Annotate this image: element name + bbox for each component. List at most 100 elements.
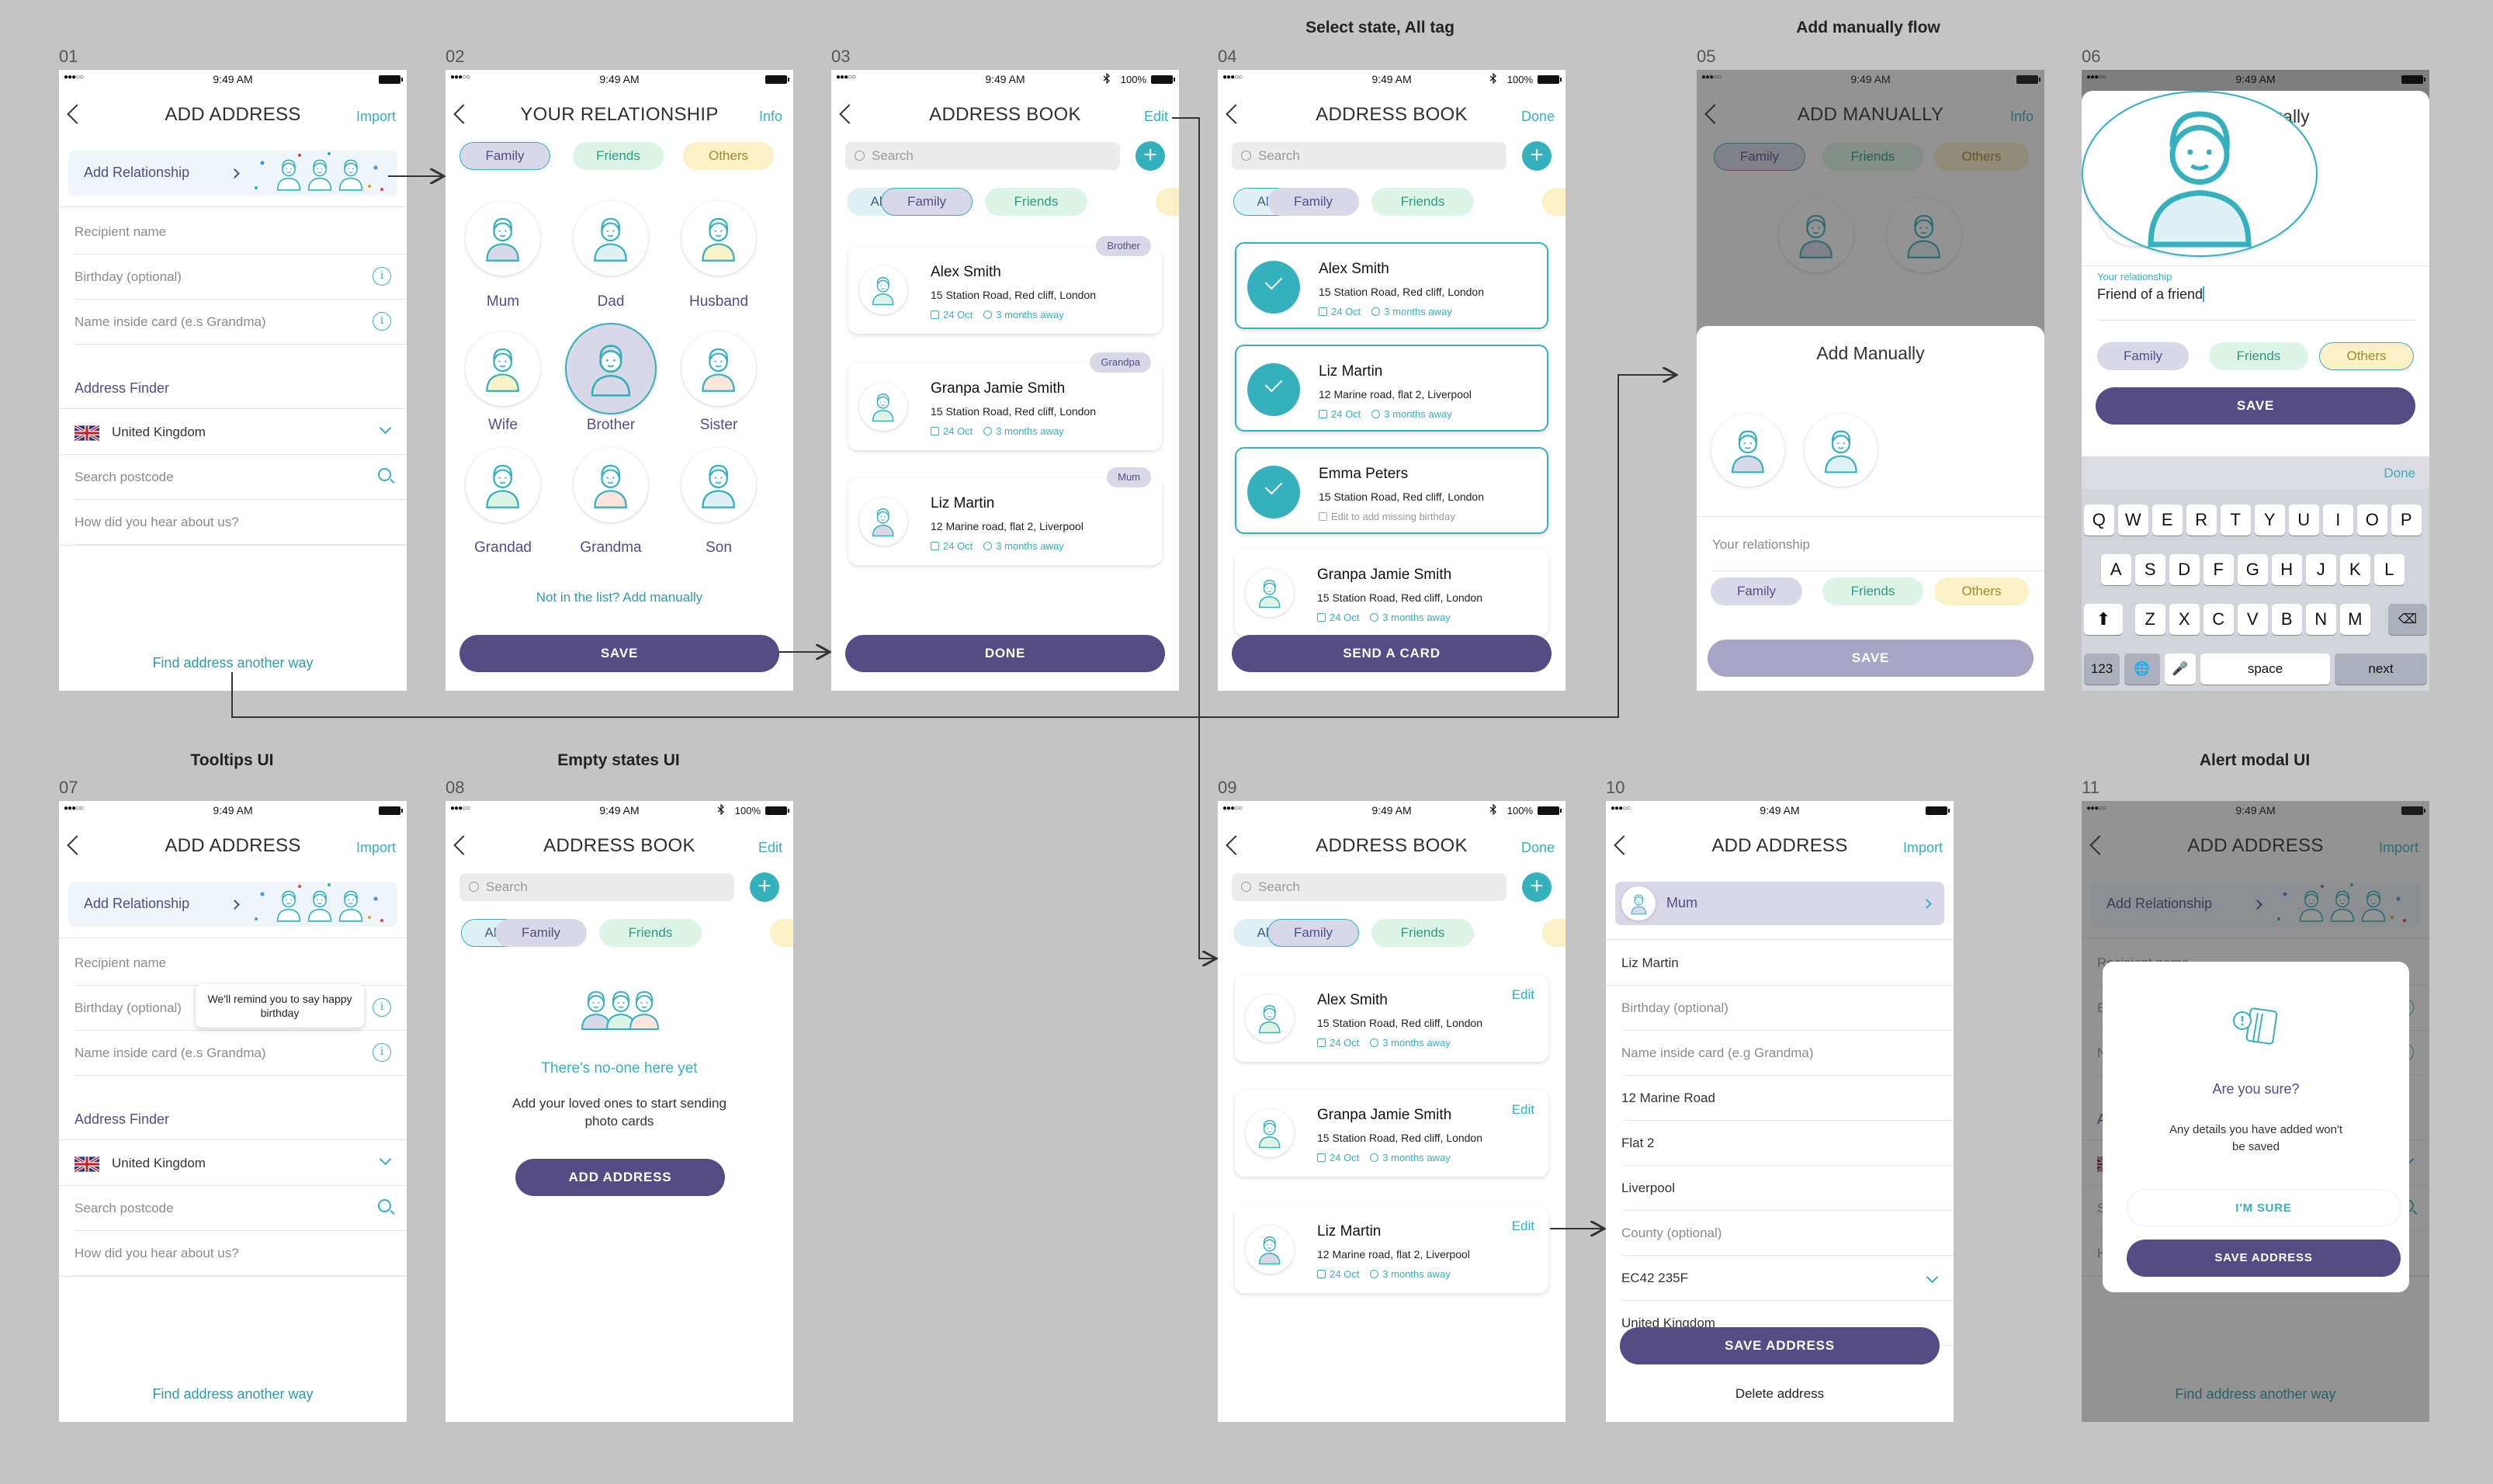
chip-others[interactable]: Others <box>1934 577 2029 605</box>
key-j[interactable]: J <box>2306 554 2336 585</box>
form-field[interactable]: Birthday (optional) i <box>75 255 407 300</box>
delete-address-button[interactable]: Delete address <box>1606 1386 1954 1402</box>
contact-card[interactable]: Emma Peters 15 Station Road, Red cliff, L… <box>1235 447 1548 534</box>
add-relationship-banner[interactable]: Add Relationship <box>68 882 397 927</box>
chip-friends[interactable]: Friends <box>599 919 702 947</box>
contact-card[interactable]: Granpa Jamie Smith 15 Station Road, Red c… <box>1235 550 1548 636</box>
save-button[interactable]: SAVE <box>459 635 779 672</box>
chip-friends[interactable]: Friends <box>1371 919 1474 947</box>
male-avatar[interactable] <box>1711 414 1784 487</box>
info-icon[interactable]: i <box>373 267 391 286</box>
shift-key[interactable]: ⬆ <box>2084 604 2123 635</box>
im-sure-button[interactable]: I'M SURE <box>2127 1189 2401 1226</box>
check-icon[interactable] <box>1247 261 1300 314</box>
postcode-search-input[interactable]: Search postcode <box>75 1186 407 1231</box>
info-icon[interactable]: i <box>373 998 391 1017</box>
chip-family[interactable]: Family <box>495 919 587 947</box>
key-p[interactable]: P <box>2391 504 2422 536</box>
add-manually-link[interactable]: Not in the list? Add manually <box>446 590 793 605</box>
header-action-button[interactable]: Info <box>759 109 782 125</box>
key-s[interactable]: S <box>2135 554 2165 585</box>
relationship-input[interactable]: Your relationship <box>1712 517 2044 571</box>
chip-others[interactable]: Others <box>2319 342 2414 370</box>
edit-contact-button[interactable]: Edit <box>1512 1219 1534 1234</box>
search-input[interactable]: Search <box>845 142 1120 170</box>
referral-input[interactable]: How did you hear about us? <box>75 500 407 545</box>
find-address-another-way-link[interactable]: Find address another way <box>59 655 407 671</box>
save-address-button[interactable]: SAVE ADDRESS <box>2127 1240 2401 1277</box>
chip-family[interactable]: Family <box>1267 188 1359 216</box>
relationship-input[interactable]: Friend of a friend <box>2097 286 2415 321</box>
key-e[interactable]: E <box>2152 504 2183 536</box>
key-z[interactable]: Z <box>2135 604 2165 635</box>
key-o[interactable]: O <box>2357 504 2387 536</box>
form-field[interactable]: Name inside card (e.g Grandma) <box>1621 1031 1954 1076</box>
form-field[interactable]: Name inside card (e.s Grandma) i <box>75 300 407 345</box>
relationship-brother[interactable] <box>565 323 657 414</box>
header-action-button[interactable]: Edit <box>1144 109 1168 125</box>
key-x[interactable]: X <box>2169 604 2200 635</box>
contact-card[interactable]: Alex Smith 15 Station Road, Red cliff, Lo… <box>1235 975 1548 1062</box>
relationship-husband[interactable] <box>681 201 756 276</box>
contact-card[interactable]: Liz Martin 12 Marine road, flat 2, Liverp… <box>1235 1206 1548 1293</box>
search-input[interactable]: Search <box>1232 142 1507 170</box>
form-field[interactable]: Birthday (optional) <box>1621 986 1954 1031</box>
referral-input[interactable]: How did you hear about us? <box>75 1231 407 1276</box>
edit-contact-button[interactable]: Edit <box>1512 987 1534 1003</box>
search-icon[interactable] <box>378 468 391 481</box>
chip-family[interactable]: Family <box>1267 919 1359 947</box>
microphone-key[interactable]: 🎤 <box>2165 654 2196 685</box>
relationship-dad[interactable] <box>574 201 648 276</box>
chip-friends[interactable]: Friends <box>985 188 1087 216</box>
chip-family[interactable]: Family <box>2097 342 2189 370</box>
add-contact-button[interactable]: + <box>1522 872 1552 902</box>
header-action-button[interactable]: Import <box>356 109 396 125</box>
add-contact-button[interactable]: + <box>1522 141 1552 171</box>
key-b[interactable]: B <box>2272 604 2302 635</box>
key-m[interactable]: M <box>2340 604 2370 635</box>
backspace-key[interactable]: ⌫ <box>2388 604 2427 635</box>
globe-key[interactable]: 🌐 <box>2124 654 2160 685</box>
chip-friends[interactable]: Friends <box>1371 188 1474 216</box>
send-card-button[interactable]: SEND A CARD <box>1232 635 1552 672</box>
key-f[interactable]: F <box>2203 554 2234 585</box>
key-t[interactable]: T <box>2221 504 2251 536</box>
contact-card[interactable]: Alex Smith 15 Station Road, Red cliff, Lo… <box>848 236 1162 334</box>
next-key[interactable]: next <box>2335 654 2427 685</box>
numbers-key[interactable]: 123 <box>2084 654 2120 685</box>
female-avatar[interactable] <box>1805 414 1878 487</box>
contact-card[interactable]: Granpa Jamie Smith 15 Station Road, Red c… <box>848 352 1162 450</box>
key-d[interactable]: D <box>2169 554 2200 585</box>
relationship-selector[interactable]: Mum <box>1615 882 1944 925</box>
key-h[interactable]: H <box>2272 554 2302 585</box>
chip-family[interactable]: Family <box>1711 577 1802 605</box>
key-w[interactable]: W <box>2118 504 2148 536</box>
key-i[interactable]: I <box>2323 504 2353 536</box>
add-contact-button[interactable]: + <box>1136 141 1165 171</box>
save-button[interactable]: SAVE <box>2096 387 2415 425</box>
save-button[interactable]: SAVE <box>1708 640 2034 677</box>
keyboard-done-button[interactable]: Done <box>2384 466 2415 481</box>
form-field[interactable]: Flat 2 <box>1621 1121 1954 1166</box>
chip-others[interactable]: Others <box>1542 919 1565 947</box>
country-select[interactable]: United Kingdom <box>59 410 407 455</box>
postcode-search-input[interactable]: Search postcode <box>75 455 407 500</box>
check-icon[interactable] <box>1247 466 1300 518</box>
save-address-button[interactable]: SAVE ADDRESS <box>1620 1327 1940 1364</box>
chip-friends[interactable]: Friends <box>1822 577 1923 605</box>
key-q[interactable]: Q <box>2084 504 2114 536</box>
header-action-button[interactable]: Done <box>1521 840 1555 856</box>
chip-family[interactable]: Family <box>459 142 550 170</box>
find-address-another-way-link[interactable]: Find address another way <box>59 1386 407 1403</box>
key-g[interactable]: G <box>2238 554 2268 585</box>
contact-card[interactable]: Liz Martin 12 Marine road, flat 2, Liverp… <box>1235 345 1548 432</box>
key-c[interactable]: C <box>2203 604 2234 635</box>
chip-others[interactable]: Others <box>1156 188 1179 216</box>
key-r[interactable]: R <box>2186 504 2217 536</box>
country-select[interactable]: United Kingdom <box>59 1141 407 1186</box>
space-key[interactable]: space <box>2200 654 2330 685</box>
header-action-button[interactable]: Edit <box>758 840 782 856</box>
chip-others[interactable]: Others <box>1542 188 1565 216</box>
chip-family[interactable]: Family <box>881 188 973 216</box>
chip-friends[interactable]: Friends <box>2209 342 2308 370</box>
